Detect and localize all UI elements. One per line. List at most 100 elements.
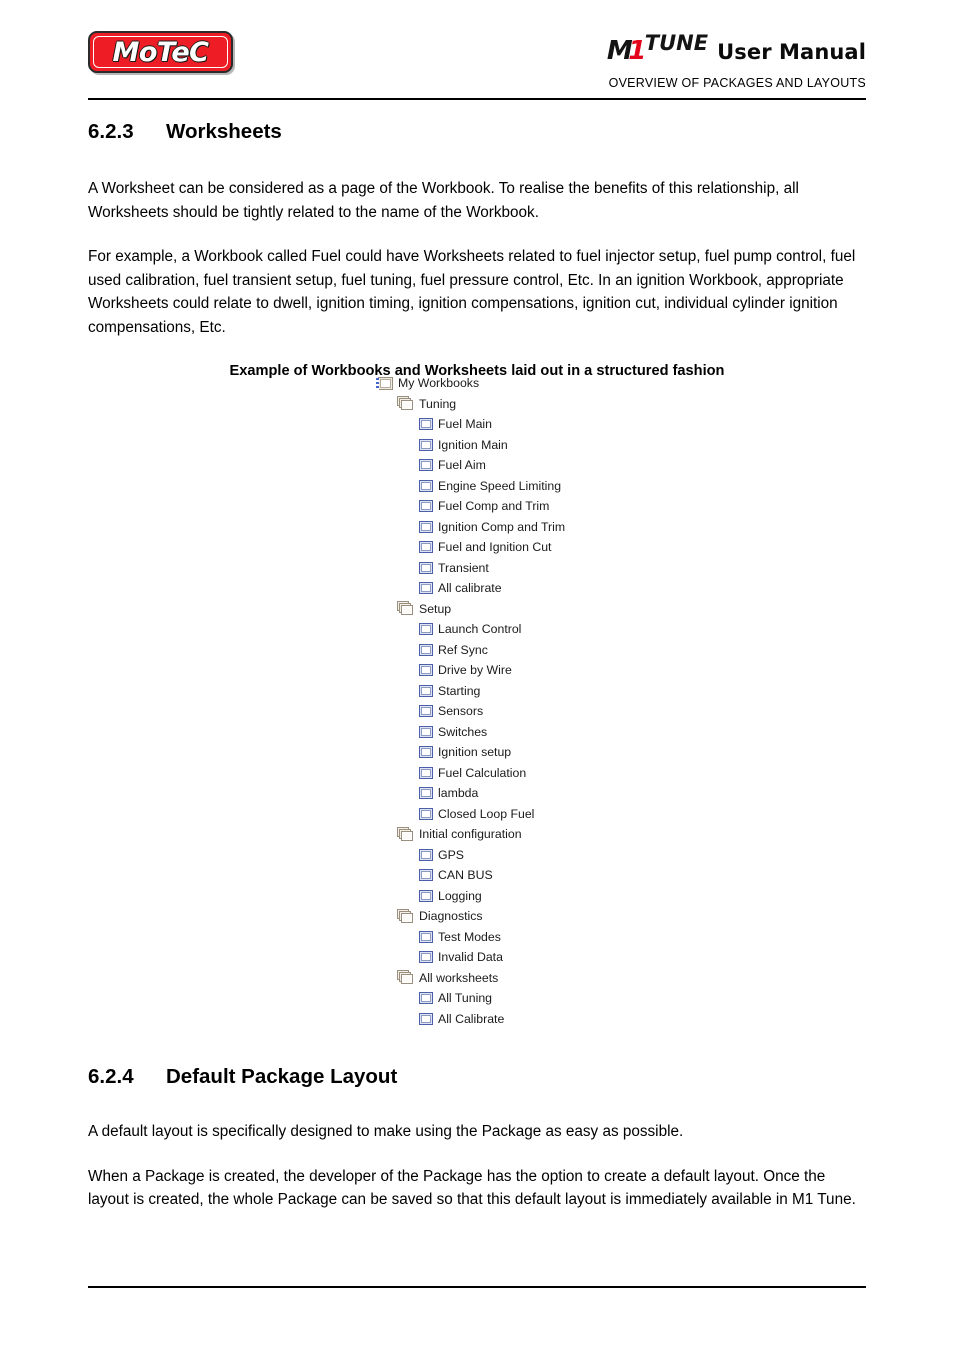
tree-row-label: Launch Control <box>438 622 522 637</box>
worksheet-icon <box>419 869 433 882</box>
worksheet-icon <box>419 418 433 431</box>
workbook-group-icon <box>397 601 414 616</box>
worksheet-icon <box>419 459 433 472</box>
tree-row-label: Fuel Calculation <box>438 765 527 780</box>
motec-logo: MoTeC <box>88 31 233 73</box>
tree-row[interactable]: Initial configuration <box>378 824 678 845</box>
tree-row-label: Fuel Comp and Trim <box>438 499 550 514</box>
worksheet-icon <box>419 992 433 1005</box>
tree-row[interactable]: Launch Control <box>378 619 678 640</box>
tree-row-label: Logging <box>438 888 482 903</box>
tree-row-label: Invalid Data <box>438 950 503 965</box>
worksheet-icon <box>419 561 433 574</box>
tree-row[interactable]: Test Modes <box>378 927 678 948</box>
worksheet-icon <box>419 438 433 451</box>
tree-row-label: Initial configuration <box>419 827 522 842</box>
tree-row[interactable]: Sensors <box>378 701 678 722</box>
worksheets-paragraph-2: For example, a Workbook called Fuel coul… <box>88 248 856 336</box>
tree-row-label: All Calibrate <box>438 1011 505 1026</box>
worksheet-icon <box>419 746 433 759</box>
tree-row[interactable]: Fuel and Ignition Cut <box>378 537 678 558</box>
worksheet-icon <box>419 479 433 492</box>
tree-row[interactable]: GPS <box>378 845 678 866</box>
worksheet-icon <box>419 848 433 861</box>
tree-row-label: CAN BUS <box>438 868 493 883</box>
tree-row[interactable]: Tuning <box>378 394 678 415</box>
tree-row-label: Starting <box>438 683 481 698</box>
workbooks-tree[interactable]: My Workbooks Tuning Fuel Main Ignition Main… <box>376 373 678 1030</box>
worksheet-icon <box>419 787 433 800</box>
default-layout-heading-title: Default Package Layout <box>166 1065 398 1088</box>
worksheet-icon <box>419 582 433 595</box>
tree-row[interactable]: Switches <box>378 722 678 743</box>
tree-row-label: lambda <box>438 786 479 801</box>
worksheet-icon <box>419 705 433 718</box>
default-layout-heading-number: 6.2.4 <box>88 1065 134 1088</box>
tree-row[interactable]: Fuel Comp and Trim <box>378 496 678 517</box>
workbook-group-icon <box>397 908 414 924</box>
tree-row[interactable]: All worksheets <box>378 968 678 989</box>
tree-row[interactable]: Closed Loop Fuel <box>378 804 678 825</box>
tree-row-label: Test Modes <box>438 929 501 944</box>
worksheet-icon <box>419 807 433 820</box>
m1-logo-one: 1 <box>628 36 646 66</box>
tree-row[interactable]: Ignition Main <box>378 435 678 456</box>
workbook-group-icon <box>397 396 414 411</box>
tree-row-label: Drive by Wire <box>438 663 512 678</box>
tree-row-label: All calibrate <box>438 581 502 596</box>
tree-row-label: Closed Loop Fuel <box>438 806 535 821</box>
tree-row-label: Ref Sync <box>438 642 488 657</box>
default-layout-heading: 6.2.4 Default Package Layout <box>88 1065 866 1089</box>
worksheet-icon <box>419 664 433 677</box>
header-divider <box>88 98 866 100</box>
tree-row-label: Diagnostics <box>419 909 483 924</box>
tree-row[interactable]: Invalid Data <box>378 947 678 968</box>
tree-row-label: Fuel Aim <box>438 458 486 473</box>
tree-row-label: My Workbooks <box>398 376 480 391</box>
tree-row[interactable]: Setup <box>378 599 678 620</box>
tree-row-label: Ignition Comp and Trim <box>438 519 566 534</box>
tree-row[interactable]: Diagnostics <box>378 906 678 927</box>
tree-row[interactable]: My Workbooks <box>376 373 678 394</box>
section-worksheets: 6.2.3 Worksheets A Worksheet can be cons… <box>88 120 866 379</box>
tree-row[interactable]: All Calibrate <box>378 1009 678 1030</box>
worksheet-icon <box>419 1012 433 1025</box>
worksheet-icon <box>419 643 433 656</box>
tree-row[interactable]: Ignition Comp and Trim <box>378 517 678 538</box>
tree-row[interactable]: Fuel Calculation <box>378 763 678 784</box>
motec-logo-wordmark: MoTeC <box>112 37 209 68</box>
tree-row[interactable]: Engine Speed Limiting <box>378 476 678 497</box>
tree-row-label: All worksheets <box>419 970 499 985</box>
worksheet-icon <box>419 684 433 697</box>
default-layout-paragraph-1: A default layout is specifically designe… <box>88 1123 684 1140</box>
worksheets-heading: 6.2.3 Worksheets <box>88 120 866 144</box>
section-default-package-layout: 6.2.4 Default Package Layout A default l… <box>88 1065 866 1212</box>
tree-row[interactable]: Fuel Aim <box>378 455 678 476</box>
tree-row-label: Switches <box>438 724 488 739</box>
tree-row[interactable]: Drive by Wire <box>378 660 678 681</box>
tree-row-label: Fuel and Ignition Cut <box>438 540 552 555</box>
manual-page: MoTeC M1TUNE User Manual OVERVIEW OF PAC… <box>0 0 954 1350</box>
workbook-group-icon <box>397 826 414 842</box>
tree-row[interactable]: Ref Sync <box>378 640 678 661</box>
tree-row[interactable]: lambda <box>378 783 678 804</box>
tree-row-label: All Tuning <box>438 991 493 1006</box>
tree-row[interactable]: All Tuning <box>378 988 678 1009</box>
tree-row[interactable]: Fuel Main <box>378 414 678 435</box>
worksheet-icon <box>419 930 433 943</box>
tree-row[interactable]: Starting <box>378 681 678 702</box>
tree-row[interactable]: CAN BUS <box>378 865 678 886</box>
tree-row[interactable]: All calibrate <box>378 578 678 599</box>
worksheet-icon <box>419 520 433 533</box>
tree-row-label: Fuel Main <box>438 417 492 432</box>
worksheet-icon <box>419 889 433 902</box>
tree-row-label: GPS <box>438 847 464 862</box>
tree-row-label: Ignition setup <box>438 745 512 760</box>
tree-row[interactable]: Transient <box>378 558 678 579</box>
tree-row[interactable]: Logging <box>378 886 678 907</box>
tree-row[interactable]: Ignition setup <box>378 742 678 763</box>
tree-row-label: Tuning <box>419 396 457 411</box>
user-manual-label: User Manual <box>717 40 866 64</box>
m1-tune-logo: M1TUNE <box>607 30 708 64</box>
m1-logo-tune: TUNE <box>644 31 709 55</box>
